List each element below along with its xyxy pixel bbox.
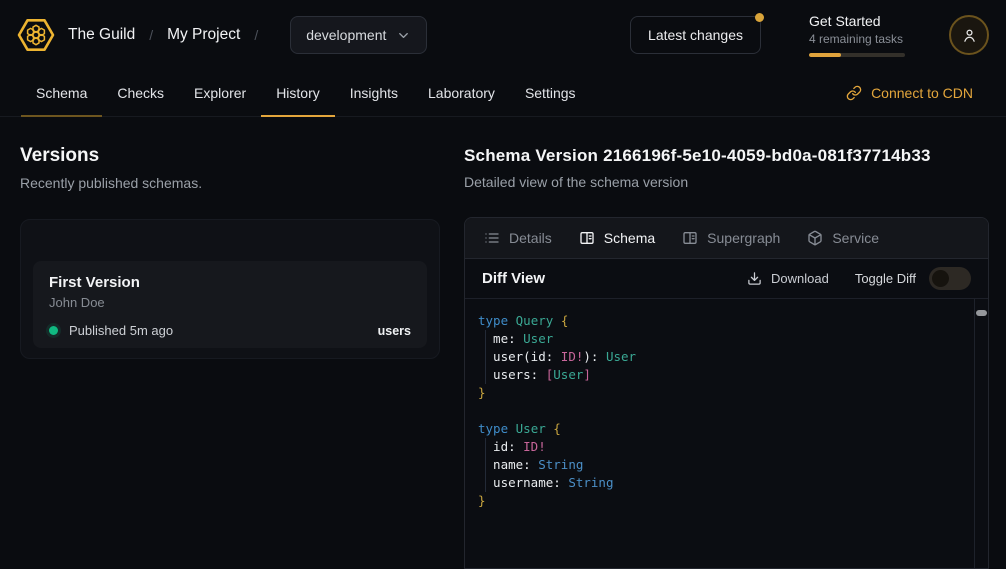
nav-tab-schema[interactable]: Schema [21, 70, 102, 116]
detail-tab-details[interactable]: Details [484, 230, 552, 246]
detail-tab-service[interactable]: Service [807, 230, 879, 246]
nav-tab-checks[interactable]: Checks [102, 70, 179, 116]
download-button[interactable]: Download [747, 271, 829, 286]
logo-link[interactable] [17, 16, 55, 54]
org-breadcrumb[interactable]: The Guild [68, 26, 135, 44]
toggle-knob [932, 270, 949, 287]
progress-track [809, 53, 905, 57]
code-line: type User { [478, 420, 968, 438]
scrollbar-track[interactable] [974, 299, 988, 568]
version-detail-subtitle: Detailed view of the schema version [464, 174, 990, 190]
nav-tab-laboratory[interactable]: Laboratory [413, 70, 510, 116]
code-line: username: String [478, 474, 968, 492]
detail-tab-supergraph[interactable]: Supergraph [682, 230, 780, 246]
breadcrumb-separator: / [254, 27, 258, 43]
toggle-diff-label: Toggle Diff [855, 271, 916, 286]
primary-nav: SchemaChecksExplorerHistoryInsightsLabor… [0, 70, 1006, 117]
nav-tab-insights[interactable]: Insights [335, 70, 413, 116]
sdl-code: type Query { me: User user(id: ID!): Use… [465, 299, 988, 510]
code-line: name: String [478, 456, 968, 474]
scrollbar-thumb[interactable] [976, 310, 987, 316]
versions-title: Versions [20, 145, 440, 167]
detail-tab-schema[interactable]: Schema [579, 230, 655, 246]
link-icon [846, 85, 862, 101]
diff-view-header: Diff View Download Toggle Diff [465, 259, 988, 299]
page: The Guild / My Project / development Lat… [0, 0, 1006, 563]
code-line: } [478, 384, 968, 402]
panels-icon [579, 230, 595, 246]
schema-panel: Details Schema Supergraph Service Diff View… [464, 217, 989, 569]
version-detail-title: Schema Version 2166196f-5e10-4059-bd0a-0… [464, 146, 990, 166]
get-started-subtitle: 4 remaining tasks [809, 32, 905, 46]
version-author: John Doe [49, 295, 411, 310]
diff-actions: Download Toggle Diff [747, 267, 971, 290]
versions-panel: Versions Recently published schemas. Fir… [20, 145, 440, 359]
user-icon [961, 27, 978, 44]
version-status-row: Published 5m ago users [49, 323, 411, 338]
panels-icon [682, 230, 698, 246]
avatar-button[interactable] [949, 15, 989, 55]
code-line: me: User [478, 330, 968, 348]
versions-subtitle: Recently published schemas. [20, 175, 440, 191]
list-icon [484, 230, 500, 246]
versions-list-card: First Version John Doe Published 5m ago … [20, 219, 440, 359]
connect-cdn-link[interactable]: Connect to CDN [846, 70, 973, 116]
chevron-down-icon [396, 28, 411, 43]
detail-tab-label: Schema [604, 230, 655, 246]
diff-view-title: Diff View [482, 270, 545, 287]
service-badge: users [378, 324, 411, 338]
code-line: id: ID! [478, 438, 968, 456]
download-icon [747, 271, 762, 286]
primary-nav-tabs: SchemaChecksExplorerHistoryInsightsLabor… [21, 70, 591, 116]
detail-tabs: Details Schema Supergraph Service [465, 218, 988, 259]
version-detail-header: Schema Version 2166196f-5e10-4059-bd0a-0… [464, 146, 990, 190]
hive-logo-icon [17, 16, 55, 54]
get-started-widget[interactable]: Get Started 4 remaining tasks [809, 13, 905, 57]
detail-tab-label: Service [832, 230, 879, 246]
version-name: First Version [49, 274, 411, 291]
code-line [478, 402, 968, 420]
nav-tab-history[interactable]: History [261, 70, 335, 116]
code-line: } [478, 492, 968, 510]
toggle-diff-control: Toggle Diff [855, 267, 971, 290]
detail-tab-label: Supergraph [707, 230, 780, 246]
code-viewport[interactable]: type Query { me: User user(id: ID!): Use… [465, 299, 988, 568]
latest-changes-button[interactable]: Latest changes [630, 16, 761, 54]
notification-dot [755, 13, 764, 22]
cube-icon [807, 230, 823, 246]
toggle-diff-switch[interactable] [929, 267, 971, 290]
code-line: users: [User] [478, 366, 968, 384]
version-list-item[interactable]: First Version John Doe Published 5m ago … [33, 261, 427, 348]
nav-tab-explorer[interactable]: Explorer [179, 70, 261, 116]
target-selector[interactable]: development [290, 16, 427, 54]
progress-fill [809, 53, 841, 57]
code-line: type Query { [478, 312, 968, 330]
target-selector-value: development [306, 27, 386, 43]
nav-tab-settings[interactable]: Settings [510, 70, 591, 116]
top-bar: The Guild / My Project / development Lat… [0, 0, 1006, 70]
code-line: user(id: ID!): User [478, 348, 968, 366]
detail-tab-label: Details [509, 230, 552, 246]
get-started-title: Get Started [809, 13, 905, 29]
project-breadcrumb[interactable]: My Project [167, 26, 240, 44]
version-status: Published 5m ago [69, 323, 173, 338]
published-dot [49, 326, 58, 335]
breadcrumb-separator: / [149, 27, 153, 43]
